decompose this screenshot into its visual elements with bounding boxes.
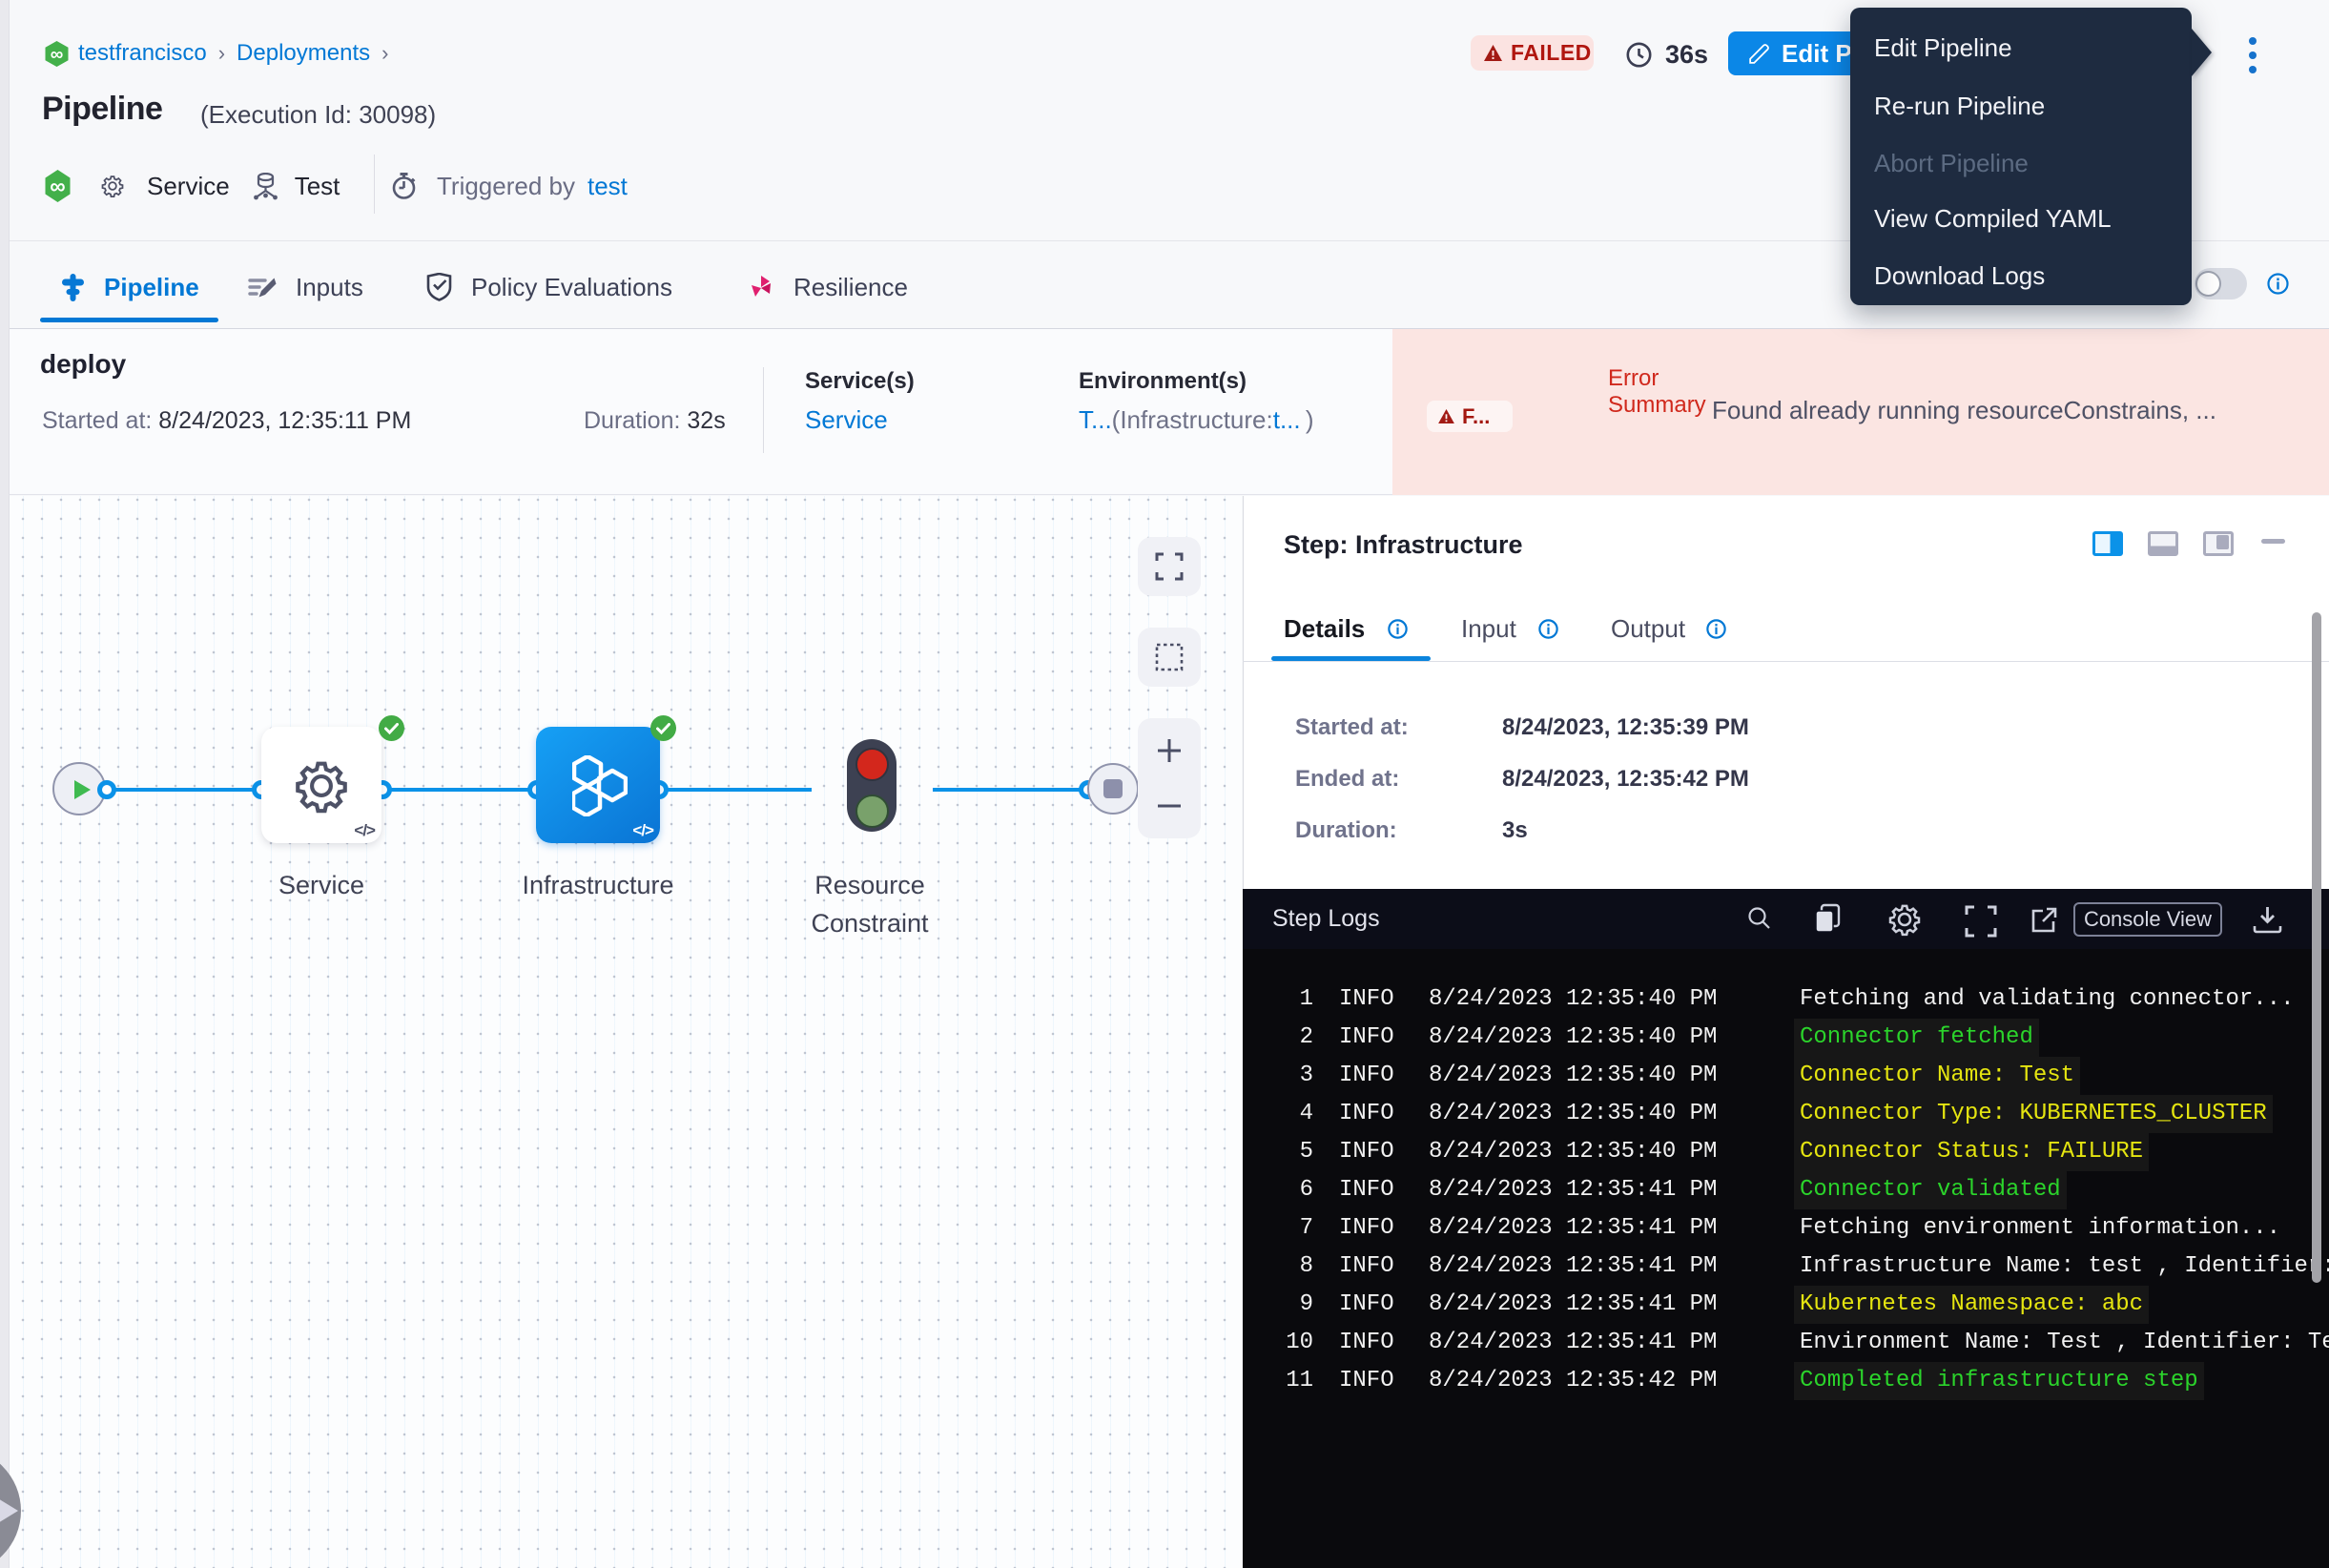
- svg-text:∞: ∞: [50, 174, 65, 198]
- svg-text:∞: ∞: [51, 45, 64, 65]
